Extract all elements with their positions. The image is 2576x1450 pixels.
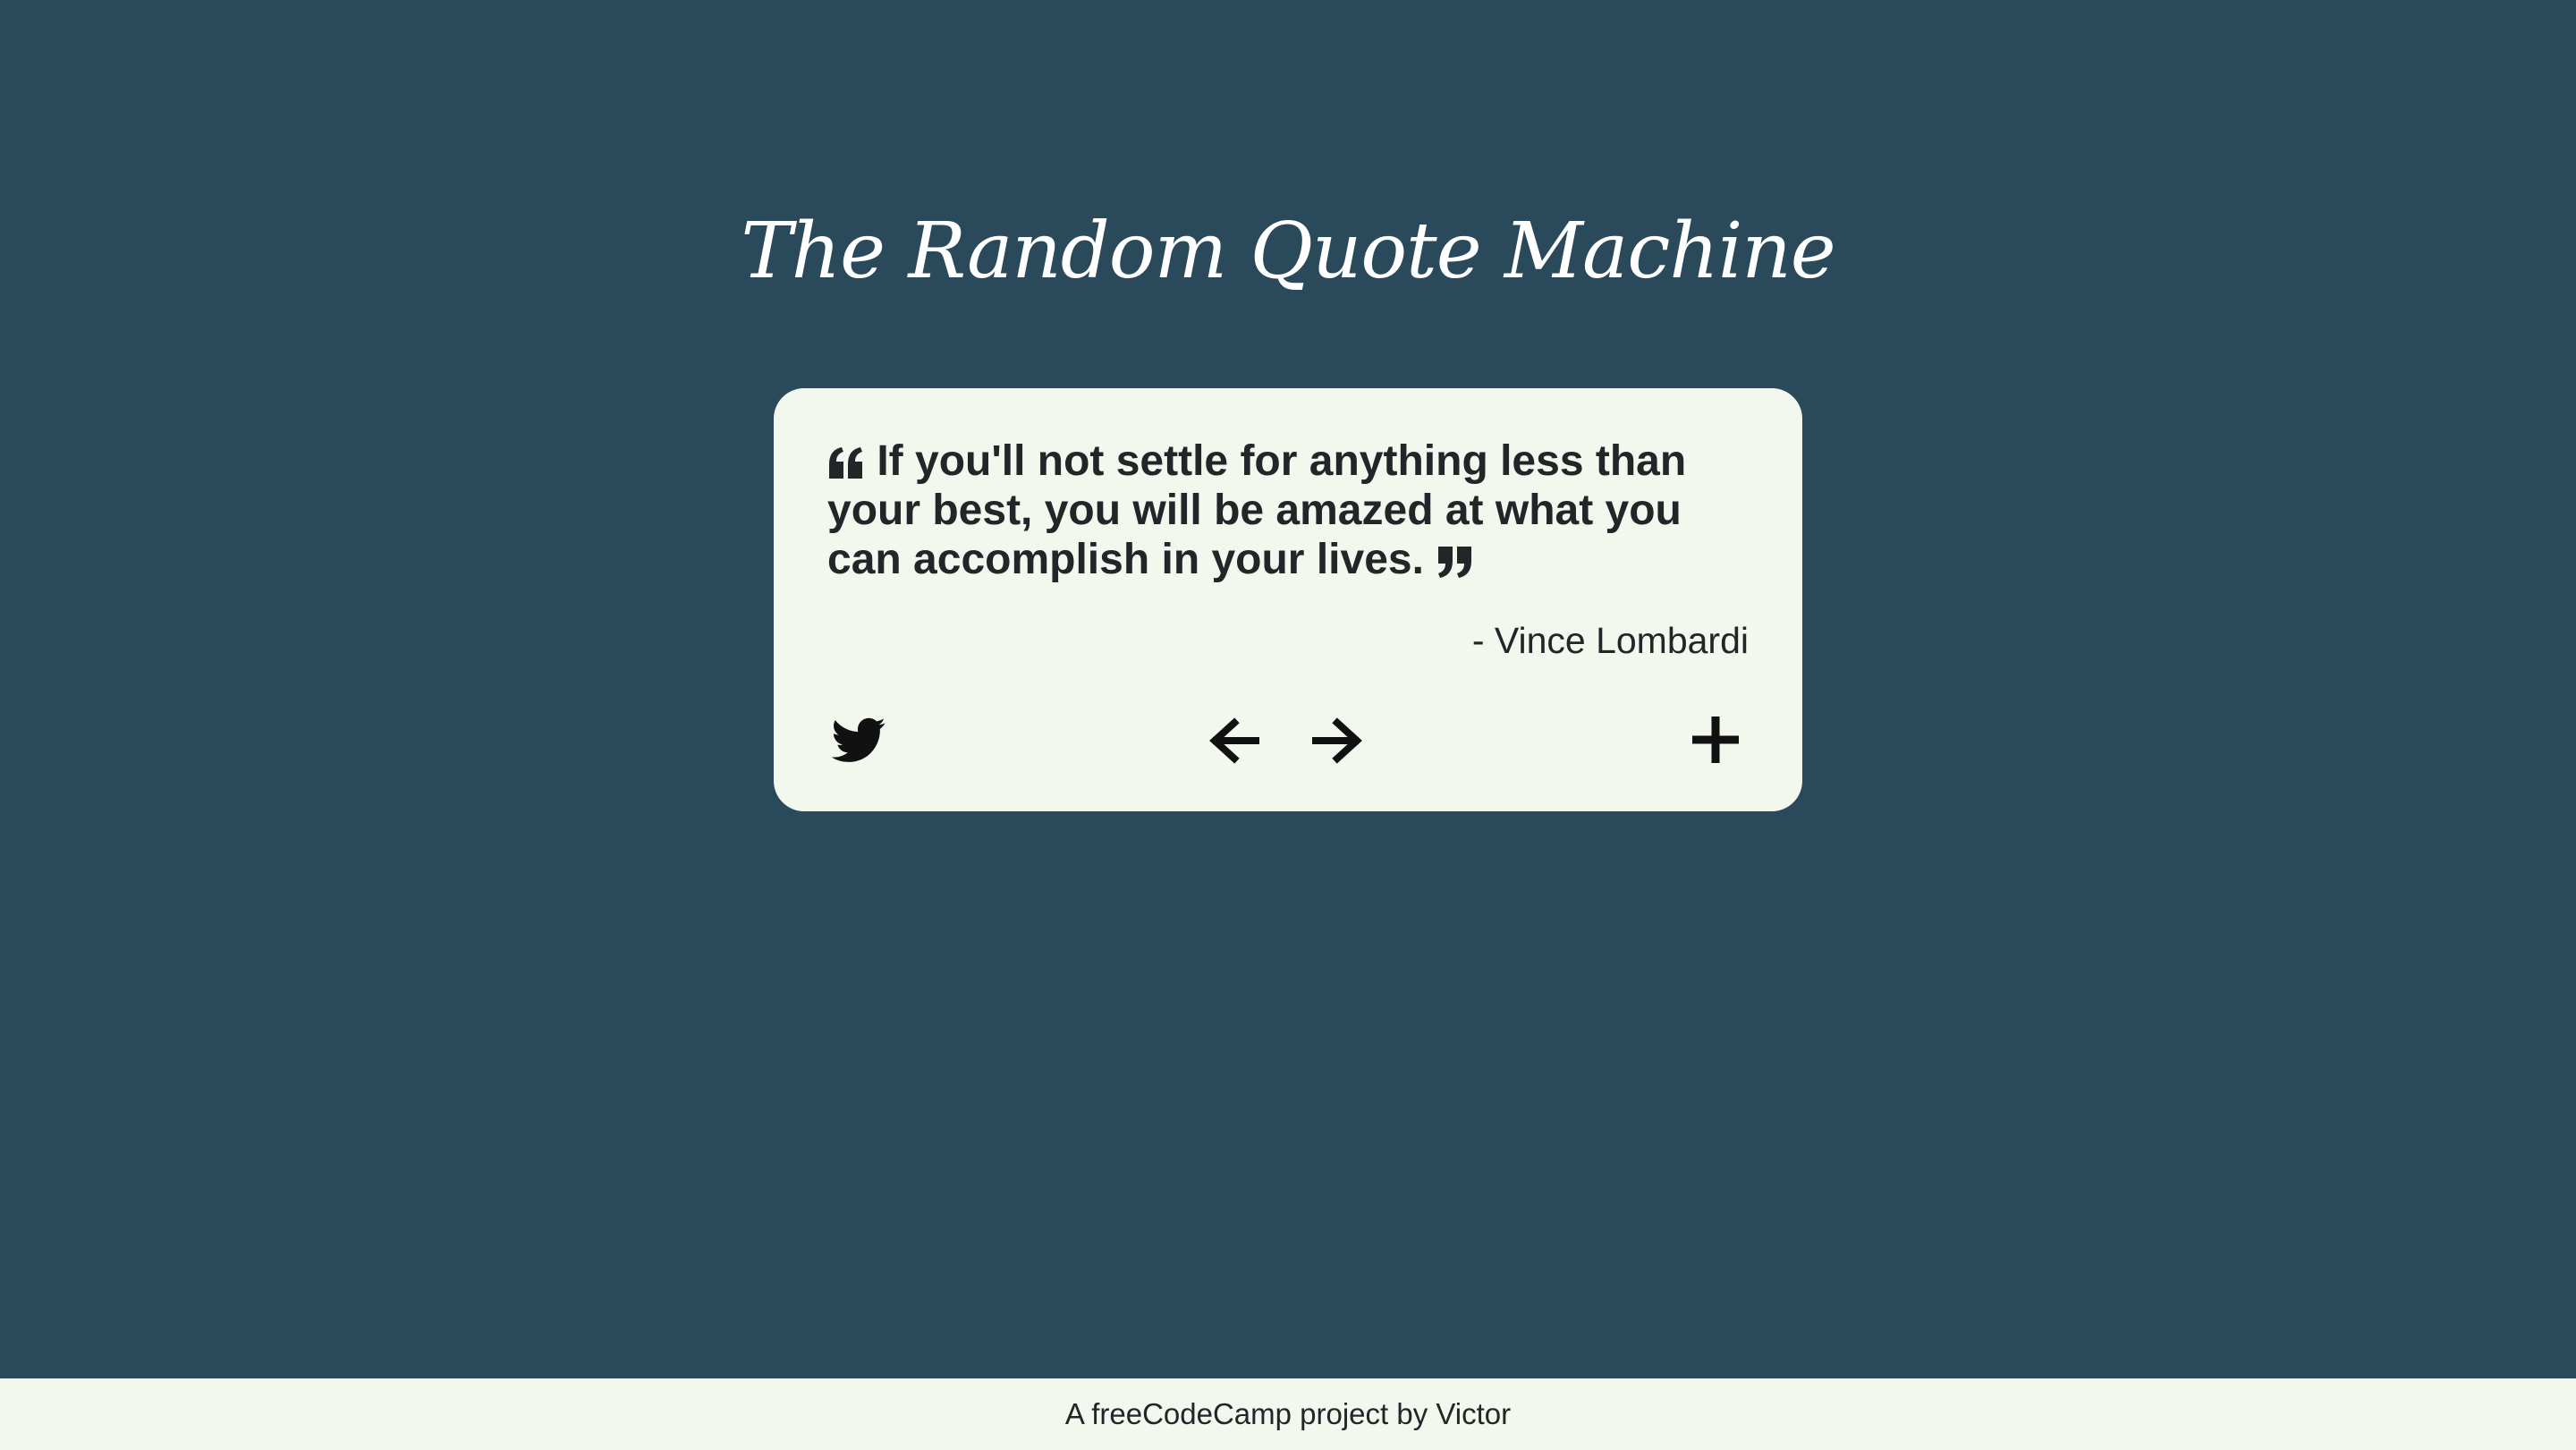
quote-text: If you'll not settle for anything less t… — [827, 437, 1687, 583]
quote-left-icon — [827, 446, 865, 480]
footer: A freeCodeCamp project by Victor — [0, 1378, 2576, 1450]
page-title: The Random Quote Machine — [741, 207, 1835, 296]
previous-quote-button[interactable] — [1207, 714, 1262, 767]
next-quote-button[interactable] — [1309, 714, 1365, 767]
twitter-icon — [831, 717, 886, 764]
quote-right-icon — [1436, 545, 1473, 579]
new-quote-button[interactable] — [1688, 712, 1743, 767]
footer-credit: A freeCodeCamp project by Victor — [1064, 1397, 1512, 1430]
quote-card: If you'll not settle for anything less t… — [774, 388, 1802, 811]
tweet-button[interactable] — [829, 714, 888, 767]
plus-icon — [1690, 715, 1741, 765]
arrow-left-icon — [1209, 717, 1259, 764]
quote-author: - Vince Lombardi — [1471, 620, 1749, 661]
arrow-right-icon — [1312, 717, 1362, 764]
quote-block: If you'll not settle for anything less t… — [827, 437, 1758, 584]
